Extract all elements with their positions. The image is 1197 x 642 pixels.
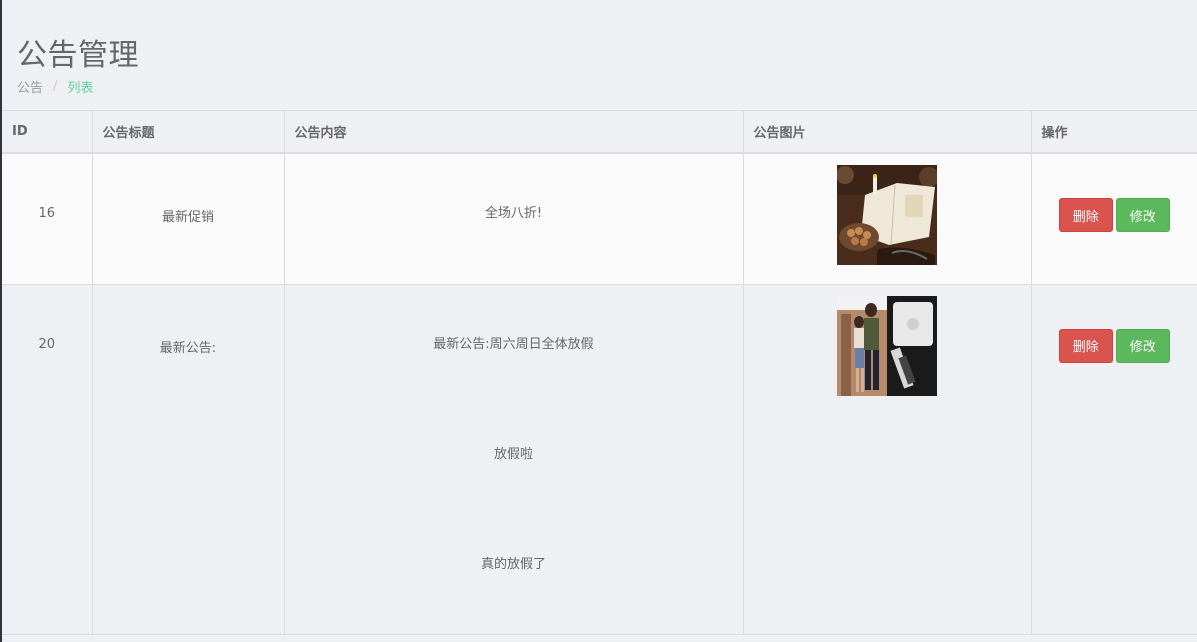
cell-content: 最新公告:周六周日全体放假 放假啦 真的放假了 xyxy=(284,284,744,635)
row-id: 16 xyxy=(38,206,56,221)
column-header-id[interactable]: ID xyxy=(2,111,93,154)
row-title: 最新促销 xyxy=(161,210,214,225)
cell-image xyxy=(743,284,1032,635)
breadcrumb-separator: / xyxy=(53,79,58,94)
table-header-row: ID 公告标题 公告内容 公告图片 操作 xyxy=(2,111,1197,154)
breadcrumb-item-notice[interactable]: 公告 xyxy=(17,77,43,96)
page-title: 公告管理 xyxy=(17,38,139,73)
cell-actions: 删除 修改 xyxy=(1031,153,1197,285)
cell-id: 20 xyxy=(2,284,93,635)
column-header-actions: 操作 xyxy=(1031,111,1197,154)
notice-image-thumbnail[interactable] xyxy=(837,165,937,265)
row-id: 20 xyxy=(38,336,56,352)
breadcrumb-item-list: 列表 xyxy=(67,81,94,96)
notice-image-thumbnail[interactable] xyxy=(837,295,937,396)
row-content-line: 最新公告:周六周日全体放假 xyxy=(433,336,594,352)
notice-table: ID 公告标题 公告内容 公告图片 操作 16 最新促销 全场八折! 删除 修改… xyxy=(2,111,1197,635)
cell-id: 16 xyxy=(2,153,93,285)
column-header-content[interactable]: 公告内容 xyxy=(284,111,744,154)
table-row: 20 最新公告: 最新公告:周六周日全体放假 放假啦 真的放假了 删除 修改 xyxy=(2,284,1197,635)
column-header-image[interactable]: 公告图片 xyxy=(743,111,1032,154)
cell-title: 最新促销 xyxy=(92,153,285,285)
cell-content: 全场八折! xyxy=(284,153,744,285)
cell-image xyxy=(743,153,1032,285)
edit-button[interactable]: 修改 xyxy=(1115,198,1170,232)
delete-button[interactable]: 删除 xyxy=(1058,328,1113,363)
row-title: 最新公告: xyxy=(159,340,217,356)
column-header-title[interactable]: 公告标题 xyxy=(92,111,285,154)
row-content-line: 真的放假了 xyxy=(480,556,546,572)
cell-title: 最新公告: xyxy=(92,284,285,635)
cell-actions: 删除 修改 xyxy=(1031,284,1197,635)
row-content-line: 放假啦 xyxy=(493,446,533,462)
row-content-line: 全场八折! xyxy=(484,206,543,221)
table-row: 16 最新促销 全场八折! 删除 修改 xyxy=(2,153,1197,285)
breadcrumb: 公告 / 列表 xyxy=(17,77,93,96)
edit-button[interactable]: 修改 xyxy=(1115,328,1170,363)
page-header: 公告管理 公告 / 列表 xyxy=(2,0,1197,111)
delete-button[interactable]: 删除 xyxy=(1058,198,1113,232)
